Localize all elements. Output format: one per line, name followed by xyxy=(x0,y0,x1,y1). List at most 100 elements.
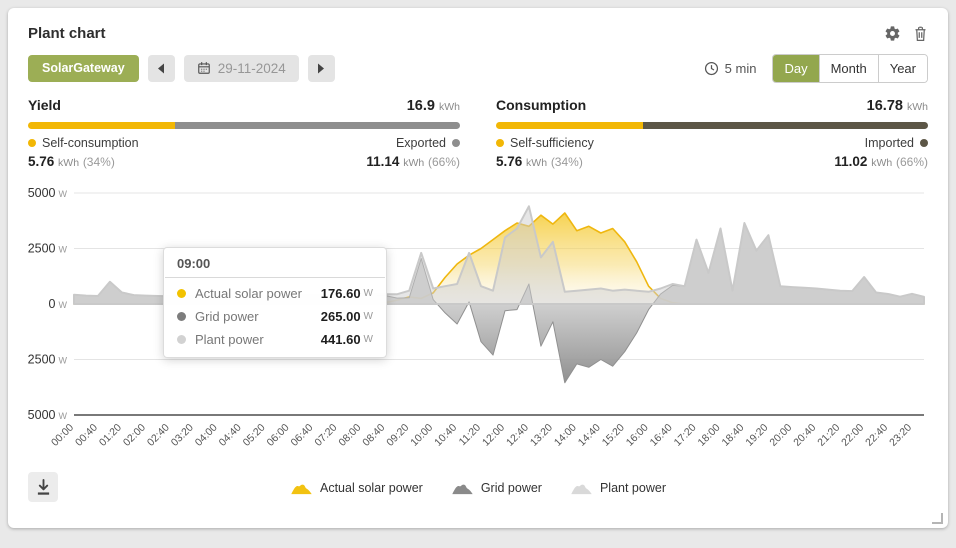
svg-text:18:00: 18:00 xyxy=(696,422,723,449)
next-day-button[interactable] xyxy=(308,55,335,82)
svg-text:12:40: 12:40 xyxy=(504,422,531,449)
grid-dot-icon xyxy=(177,312,186,321)
interval-label: 5 min xyxy=(725,61,757,76)
svg-text:14:40: 14:40 xyxy=(576,422,603,449)
yield-bar xyxy=(28,122,460,129)
tooltip-row-solar: Actual solar power 176.60 W xyxy=(164,282,386,305)
chevron-left-icon xyxy=(157,63,165,74)
chart-footer: Actual solar power Grid power Plant powe… xyxy=(28,471,928,505)
legend-item-solar: Actual solar power xyxy=(290,481,423,495)
plant-area-icon xyxy=(570,482,593,495)
svg-text:11:20: 11:20 xyxy=(457,422,484,449)
exported-value: 11.14 kWh (66%) xyxy=(366,154,460,169)
chart-legend: Actual solar power Grid power Plant powe… xyxy=(290,481,666,495)
self-sufficiency-value: 5.76 kWh (34%) xyxy=(496,154,583,169)
self-sufficiency-label: Self-sufficiency xyxy=(496,136,594,150)
gateway-button[interactable]: SolarGateway xyxy=(28,55,139,82)
svg-text:10:00: 10:00 xyxy=(408,422,435,449)
svg-text:02:40: 02:40 xyxy=(145,422,172,449)
gray-dot-icon xyxy=(452,139,460,147)
svg-text:20:00: 20:00 xyxy=(767,422,794,449)
svg-text:16:00: 16:00 xyxy=(624,422,651,449)
svg-text:23:20: 23:20 xyxy=(887,422,914,449)
resize-grip[interactable] xyxy=(932,513,943,524)
toolbar-right: 5 min Day Month Year xyxy=(704,54,928,83)
yield-stat: Yield 16.9 kWh Self-consumption Exported… xyxy=(28,97,460,169)
chart-area: 5000W2500W0W-2500W-5000W00:0000:4001:200… xyxy=(28,179,928,471)
svg-text:04:40: 04:40 xyxy=(217,422,244,449)
delete-button[interactable] xyxy=(913,25,928,42)
yield-title: Yield xyxy=(28,97,61,113)
svg-text:08:00: 08:00 xyxy=(336,422,363,449)
svg-text:0W: 0W xyxy=(49,297,68,311)
date-value: 29-11-2024 xyxy=(218,61,286,76)
svg-text:06:00: 06:00 xyxy=(265,422,292,449)
consumption-bar xyxy=(496,122,928,129)
gear-icon xyxy=(884,25,901,42)
prev-day-button[interactable] xyxy=(148,55,175,82)
consumption-stat: Consumption 16.78 kWh Self-sufficiency I… xyxy=(496,97,928,169)
stats-row: Yield 16.9 kWh Self-consumption Exported… xyxy=(28,97,928,169)
svg-text:05:20: 05:20 xyxy=(241,422,268,449)
exported-label: Exported xyxy=(396,136,460,150)
svg-text:16:40: 16:40 xyxy=(648,422,675,449)
tooltip-row-plant: Plant power 441.60 W xyxy=(164,328,386,351)
dark-dot-icon xyxy=(920,139,928,147)
consumption-bar-rest xyxy=(643,122,928,129)
card-header: Plant chart xyxy=(28,22,928,44)
trash-icon xyxy=(913,25,928,42)
legend-item-grid: Grid power xyxy=(451,481,542,495)
consumption-title: Consumption xyxy=(496,97,586,113)
svg-text:15:20: 15:20 xyxy=(600,422,627,449)
date-picker-button[interactable]: 29-11-2024 xyxy=(184,55,299,82)
plant-chart-card: Plant chart SolarGateway 29-11-2024 5 mi… xyxy=(8,8,948,528)
svg-text:13:20: 13:20 xyxy=(528,422,555,449)
svg-text:09:20: 09:20 xyxy=(384,422,411,449)
svg-text:17:20: 17:20 xyxy=(672,422,699,449)
download-icon xyxy=(36,479,51,495)
svg-text:02:00: 02:00 xyxy=(121,422,148,449)
header-icons xyxy=(884,25,928,42)
page-title: Plant chart xyxy=(28,25,106,42)
interval-indicator: 5 min xyxy=(704,61,757,76)
svg-text:04:00: 04:00 xyxy=(193,422,220,449)
svg-text:20:40: 20:40 xyxy=(791,422,818,449)
svg-text:18:40: 18:40 xyxy=(719,422,746,449)
tab-day[interactable]: Day xyxy=(773,55,818,82)
svg-text:07:20: 07:20 xyxy=(312,422,339,449)
imported-label: Imported xyxy=(865,136,928,150)
svg-text:01:20: 01:20 xyxy=(97,422,124,449)
yield-bar-used xyxy=(28,122,175,129)
clock-icon xyxy=(704,61,719,76)
svg-text:06:40: 06:40 xyxy=(288,422,315,449)
self-consumption-value: 5.76 kWh (34%) xyxy=(28,154,115,169)
solar-dot-icon xyxy=(177,289,186,298)
consumption-total: 16.78 kWh xyxy=(867,98,928,114)
svg-text:21:20: 21:20 xyxy=(815,422,842,449)
svg-text:00:00: 00:00 xyxy=(49,422,76,449)
yield-bar-rest xyxy=(175,122,460,129)
settings-button[interactable] xyxy=(884,25,901,42)
yellow-dot-icon xyxy=(28,139,36,147)
chart-tooltip: 09:00 Actual solar power 176.60 W Grid p… xyxy=(163,247,387,358)
yellow-dot-icon xyxy=(496,139,504,147)
download-button[interactable] xyxy=(28,472,58,502)
svg-text:10:40: 10:40 xyxy=(432,422,459,449)
svg-text:03:20: 03:20 xyxy=(169,422,196,449)
svg-text:00:40: 00:40 xyxy=(73,422,100,449)
svg-text:08:40: 08:40 xyxy=(360,422,387,449)
svg-text:-5000W: -5000W xyxy=(28,408,68,422)
self-consumption-label: Self-consumption xyxy=(28,136,139,150)
tab-month[interactable]: Month xyxy=(819,55,878,82)
chevron-right-icon xyxy=(317,63,325,74)
svg-text:12:00: 12:00 xyxy=(480,422,507,449)
tooltip-row-grid: Grid power 265.00 W xyxy=(164,305,386,328)
view-switcher: Day Month Year xyxy=(772,54,928,83)
calendar-icon xyxy=(197,61,211,75)
svg-text:22:00: 22:00 xyxy=(839,422,866,449)
tab-year[interactable]: Year xyxy=(878,55,927,82)
svg-text:14:00: 14:00 xyxy=(552,422,579,449)
svg-text:5000W: 5000W xyxy=(28,186,68,200)
tooltip-time: 09:00 xyxy=(164,248,386,277)
svg-text:19:20: 19:20 xyxy=(743,422,770,449)
